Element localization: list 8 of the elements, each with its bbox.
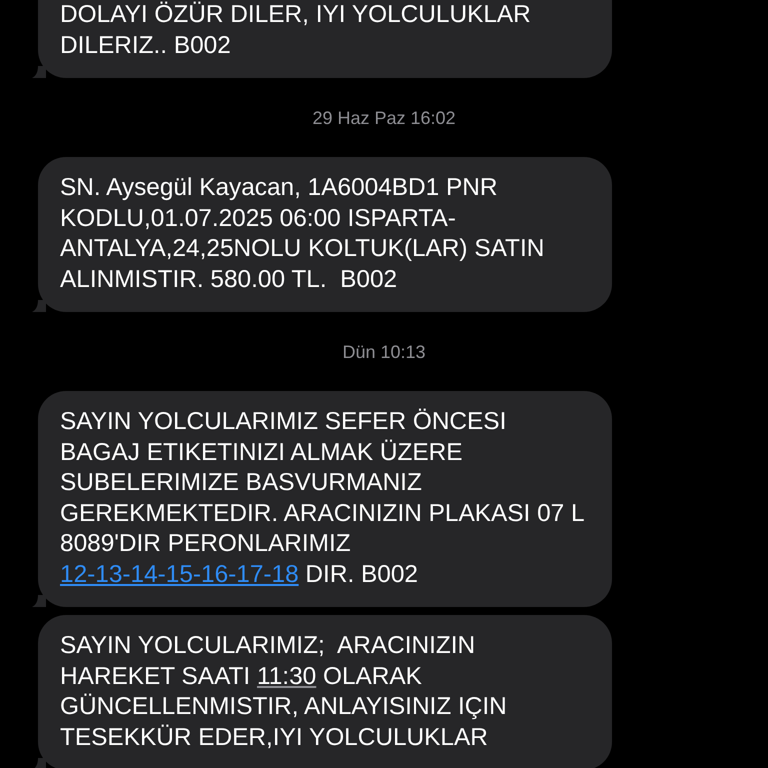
message-text: SAYIN YOLCULARIMIZ; ARACINIZIN HAREKET SAATI 11:30 OLARAK GÜNCELLENMISTIR, ANLAYISINIZ IÇIN TESEKKÜR EDER,IYI YOLCULUKLAR [60,631,508,752]
message-timestamp: Dün 10:13 [342,342,426,363]
time-link[interactable]: 11:30 [256,662,316,690]
message-text: DOLAYI ÖZÜR DILER, IYI YOLCULUKLAR DILERIZ.. B002 [60,0,532,60]
message-text: SAYIN YOLCULARIMIZ SEFER ÖNCESI BAGAJ ETIKETINIZI ALMAK ÜZERE SUBELERIMIZE BASVURMANIZ GEREKMEKTEDIR. ARACINIZIN PLAKASI 07 L 8089'DIR PERONLARIMIZ 12-13-14-15-16-17-18 DIR. B002 [60,407,585,590]
message-timestamp: 29 Haz Paz 16:02 [312,108,456,129]
link[interactable]: 12-13-14-15-16-17-18 [60,560,299,588]
message-text: SN. Aysegül Kayacan, 1A6004BD1 PNR KODLU,01.07.2025 06:00 ISPARTA-ANTALYA,24,25NOLU KOLTUK(LAR) SATIN ALINMISTIR. 580.00 TL. B002 [60,173,546,294]
